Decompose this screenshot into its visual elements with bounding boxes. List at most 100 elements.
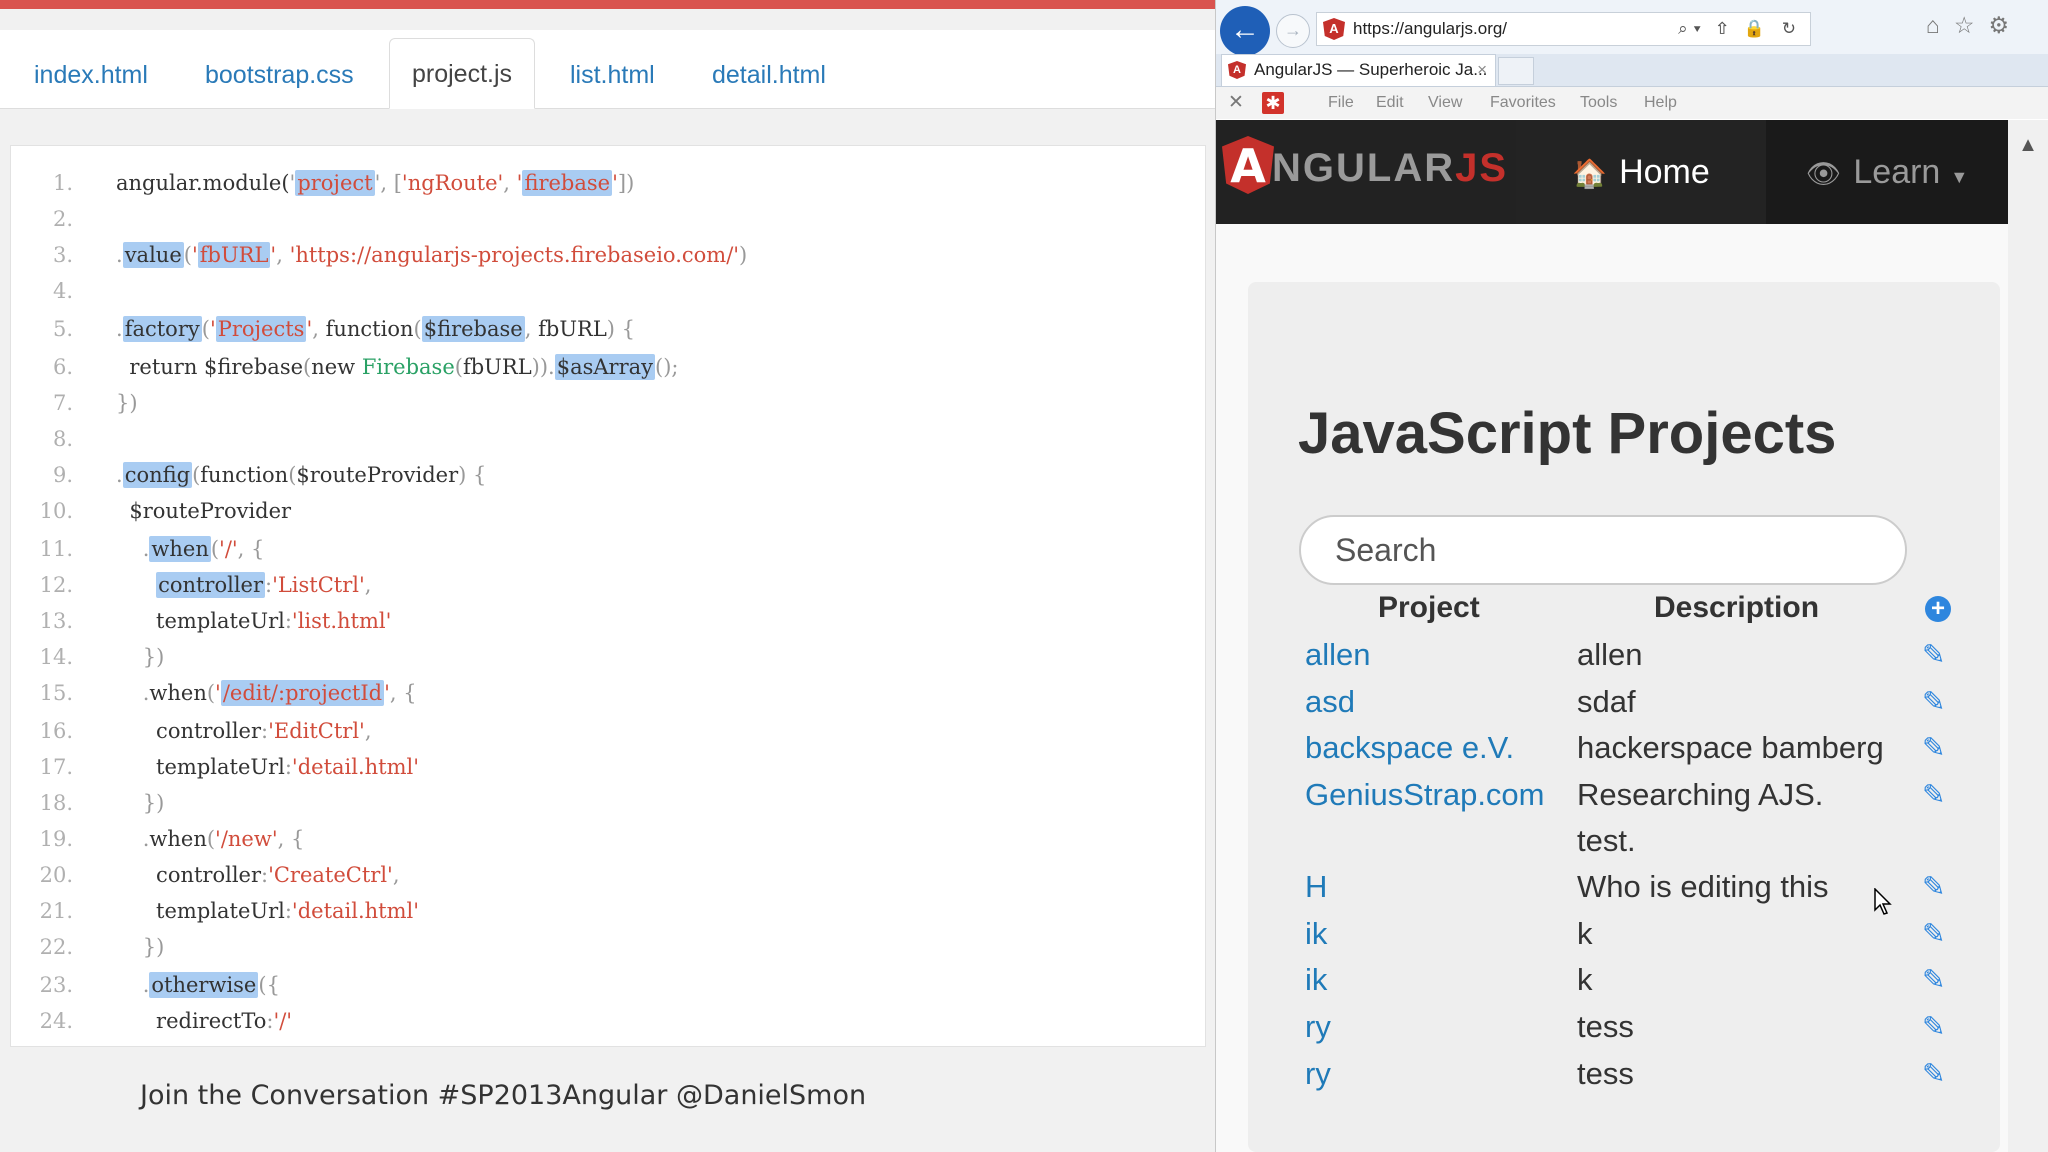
address-actions[interactable]: ⌕▾ ⇧ 🔒 ↻ <box>1678 13 1802 45</box>
project-link[interactable]: GeniusStrap.com <box>1305 772 1545 818</box>
caret-down-icon: ▼ <box>1950 167 1969 187</box>
project-link[interactable]: ik <box>1305 957 1327 1003</box>
code-line-9: .config(function($routeProvider) { <box>116 462 487 488</box>
line-number: 16. <box>39 719 73 743</box>
angular-navbar: A NGULARJS 🏠 Home 👁 Learn ▼ <box>1216 120 2008 224</box>
line-number: 14. <box>39 645 73 669</box>
new-tab-button[interactable] <box>1498 57 1534 85</box>
browser-tab[interactable]: A AngularJS — Superheroic Ja... × <box>1221 54 1496 86</box>
code-line-17: templateUrl:'detail.html' <box>116 755 419 779</box>
code-line-15: .when('/edit/:projectId', { <box>142 680 417 706</box>
close-icon[interactable]: ✕ <box>1228 87 1244 119</box>
project-link[interactable]: ry <box>1305 1004 1331 1050</box>
project-description: tess <box>1577 1009 1634 1044</box>
browser-toolbar-icons[interactable]: ⌂☆⚙ <box>1926 12 2023 39</box>
menu-favorites[interactable]: Favorites <box>1490 87 1556 119</box>
line-number: 3. <box>52 243 73 267</box>
code-line-6: return $firebase(new Firebase(fbURL)).$a… <box>116 354 679 380</box>
browser-tab-title: AngularJS — Superheroic Ja... <box>1254 60 1488 79</box>
pencil-icon[interactable]: ✎ <box>1922 1010 1945 1044</box>
mouse-cursor-icon <box>1874 888 1892 915</box>
code-editor[interactable]: 1. angular.module('project', ['ngRoute', … <box>10 145 1206 1047</box>
line-number: 17. <box>39 755 73 779</box>
angular-shield-icon: A <box>1222 136 1274 194</box>
forward-button[interactable]: → <box>1276 14 1310 48</box>
line-number: 4. <box>52 279 73 303</box>
pencil-icon[interactable]: ✎ <box>1922 638 1945 672</box>
line-number: 8. <box>52 427 73 451</box>
code-line-14: }) <box>142 645 165 669</box>
project-link[interactable]: ry <box>1305 1051 1331 1097</box>
code-line-12: controller:'ListCtrl', <box>156 572 372 598</box>
angularjs-logo[interactable]: A NGULARJS <box>1216 120 1516 224</box>
editor-panel: index.html bootstrap.css project.js list… <box>0 0 1215 1152</box>
menu-bar: ✕ ✱ File Edit View Favorites Tools Help <box>1216 87 2048 119</box>
addon-icon[interactable]: ✱ <box>1262 92 1284 114</box>
address-bar-row: ← → A https://angularjs.org/ ⌕▾ ⇧ 🔒 ↻ ⌂☆… <box>1216 0 2048 56</box>
line-number: 19. <box>39 827 73 851</box>
tab-bootstrap-css[interactable]: bootstrap.css <box>183 44 376 108</box>
line-number: 7. <box>52 391 73 415</box>
project-link[interactable]: ik <box>1305 911 1327 957</box>
tab-index-html[interactable]: index.html <box>12 44 170 108</box>
project-description: Researching AJS. test. <box>1577 777 1824 858</box>
url-text[interactable]: https://angularjs.org/ <box>1353 13 1507 45</box>
home-icon[interactable]: ⌂ <box>1926 12 1954 38</box>
project-link[interactable]: allen <box>1305 632 1371 678</box>
pencil-icon[interactable]: ✎ <box>1922 778 1945 812</box>
project-link[interactable]: H <box>1305 864 1327 910</box>
line-number: 11. <box>39 537 73 561</box>
code-line-5: .factory('Projects', function($firebase,… <box>116 316 636 342</box>
code-line-16: controller:'EditCtrl', <box>116 719 372 743</box>
project-description: hackerspace bamberg <box>1577 730 1884 765</box>
logo-wordmark: NGULARJS <box>1272 146 1509 190</box>
menu-tools[interactable]: Tools <box>1580 87 1617 119</box>
angular-favicon-icon: A <box>1323 18 1345 40</box>
project-description: sdaf <box>1577 684 1636 719</box>
line-number: 15. <box>39 681 73 705</box>
menu-file[interactable]: File <box>1328 87 1354 119</box>
line-number: 18. <box>39 791 73 815</box>
code-line-19: .when('/new', { <box>142 827 305 851</box>
pencil-icon[interactable]: ✎ <box>1922 1057 1945 1091</box>
line-number: 20. <box>39 863 73 887</box>
code-line-18: }) <box>142 791 165 815</box>
back-button[interactable]: ← <box>1220 6 1270 56</box>
code-line-13: templateUrl:'list.html' <box>116 609 392 633</box>
menu-help[interactable]: Help <box>1644 87 1677 119</box>
nav-learn[interactable]: 👁 Learn ▼ <box>1766 120 2008 224</box>
gear-icon[interactable]: ⚙ <box>1989 12 2024 38</box>
pencil-icon[interactable]: ✎ <box>1922 963 1945 997</box>
home-icon: 🏠 <box>1572 158 1608 189</box>
search-input[interactable] <box>1299 515 1907 585</box>
pencil-icon[interactable]: ✎ <box>1922 870 1945 904</box>
line-number: 10. <box>39 499 73 523</box>
menu-edit[interactable]: Edit <box>1376 87 1404 119</box>
project-link[interactable]: asd <box>1305 679 1355 725</box>
add-project-icon[interactable]: + <box>1925 596 1951 622</box>
line-number: 24. <box>39 1009 73 1033</box>
tab-list-html[interactable]: list.html <box>548 44 677 108</box>
tab-project-js[interactable]: project.js <box>389 38 536 109</box>
scroll-up-icon[interactable]: ▲ <box>2008 134 2048 157</box>
tab-detail-html[interactable]: detail.html <box>690 44 848 108</box>
project-link[interactable]: backspace e.V. <box>1305 725 1514 771</box>
code-line-21: templateUrl:'detail.html' <box>116 899 419 923</box>
line-number: 23. <box>39 973 73 997</box>
nav-home[interactable]: 🏠 Home <box>1516 120 1766 224</box>
line-number: 22. <box>39 935 73 959</box>
star-icon[interactable]: ☆ <box>1954 12 1989 38</box>
line-number: 9. <box>52 463 73 487</box>
close-tab-icon[interactable]: × <box>1477 55 1487 85</box>
scrollbar[interactable]: ▲ <box>2008 120 2048 1152</box>
pencil-icon[interactable]: ✎ <box>1922 731 1945 765</box>
menu-view[interactable]: View <box>1428 87 1462 119</box>
address-bar[interactable]: A https://angularjs.org/ ⌕▾ ⇧ 🔒 ↻ <box>1316 12 1811 46</box>
arrow-right-icon: → <box>1284 20 1302 40</box>
pencil-icon[interactable]: ✎ <box>1922 685 1945 719</box>
code-line-24: redirectTo:'/' <box>116 1009 293 1033</box>
pencil-icon[interactable]: ✎ <box>1922 917 1945 951</box>
file-tabs: index.html bootstrap.css project.js list… <box>0 30 1215 109</box>
line-number: 2. <box>52 207 73 231</box>
line-number: 13. <box>39 609 73 633</box>
